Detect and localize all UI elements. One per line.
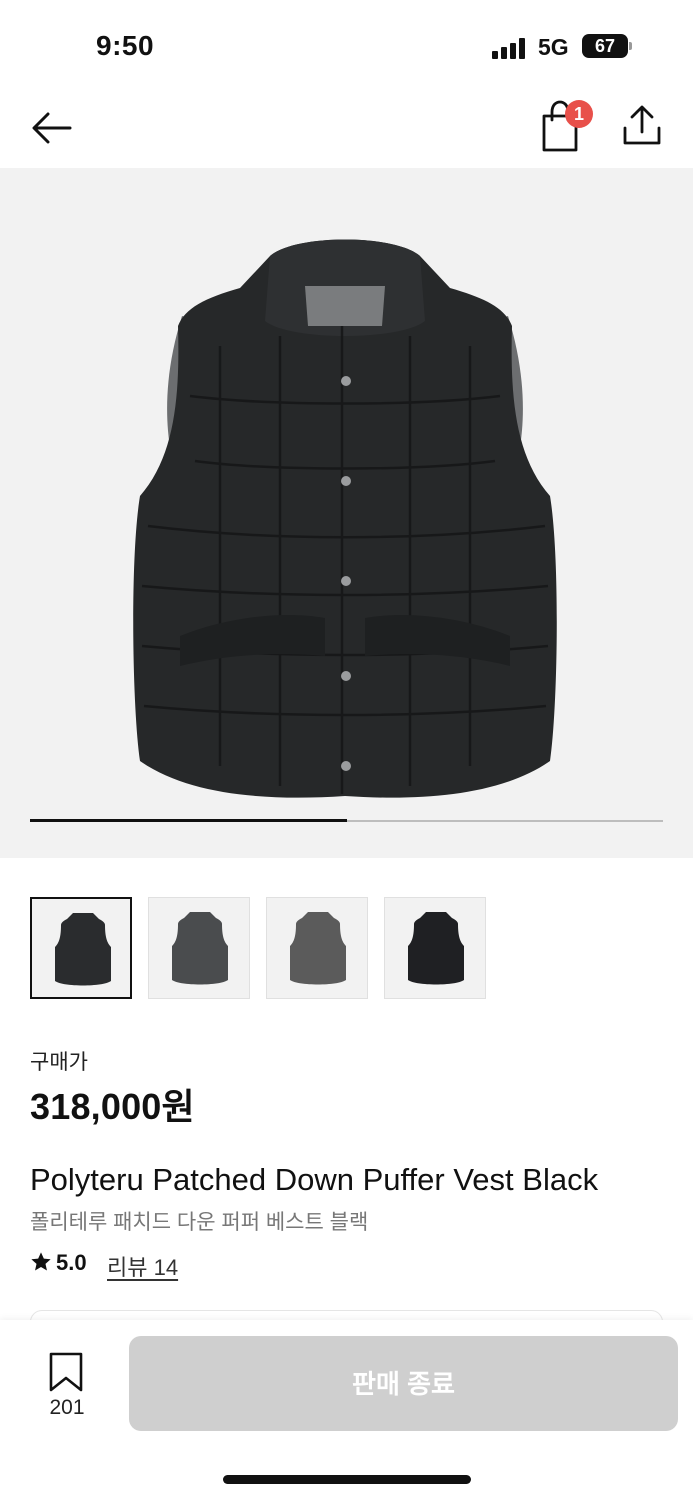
arrow-left-icon[interactable] [30, 106, 74, 150]
network-type: 5G [538, 34, 569, 60]
star-icon [31, 1252, 51, 1271]
product-image-vest [133, 239, 557, 798]
product-title-en: Polyteru Patched Down Puffer Vest Black [30, 1162, 599, 1197]
cart-count-badge: 1 [565, 100, 593, 128]
bookmark-icon[interactable] [48, 1352, 84, 1392]
thumbnail-strip [30, 897, 670, 1001]
top-nav: 1 [0, 90, 693, 168]
battery-tip [629, 42, 632, 50]
signal-icon [492, 37, 528, 59]
product-title-ko: 폴리테루 패치드 다운 퍼퍼 베스트 블랙 [30, 1211, 369, 1234]
thumbnail-vest-image [290, 912, 346, 985]
review-link[interactable]: 리뷰 14 [107, 1250, 178, 1282]
sold-out-button[interactable]: 판매 종료 [129, 1336, 678, 1431]
status-bar: 9:50 5G 67 [0, 0, 693, 90]
thumbnail-2[interactable] [148, 897, 250, 999]
thumbnail-1[interactable] [30, 897, 132, 999]
bookmark-count: 201 [49, 1396, 85, 1419]
thumbnail-vest-image [55, 913, 111, 986]
bottom-action-bar: 201 판매 종료 [0, 1320, 693, 1500]
price-value: 318,000원 [30, 1086, 195, 1127]
thumbnail-vest-image [408, 912, 464, 985]
battery-icon: 67 [582, 34, 628, 58]
status-time: 9:50 [96, 30, 155, 61]
price-label: 구매가 [30, 1051, 88, 1074]
thumbnail-3[interactable] [266, 897, 368, 999]
share-icon[interactable] [620, 104, 664, 148]
thumbnail-4[interactable] [384, 897, 486, 999]
home-indicator [223, 1475, 471, 1484]
carousel-progress-fill [30, 819, 347, 822]
product-image-carousel[interactable] [0, 168, 693, 858]
thumbnail-vest-image [172, 912, 228, 985]
rating-value: 5.0 [56, 1250, 87, 1275]
